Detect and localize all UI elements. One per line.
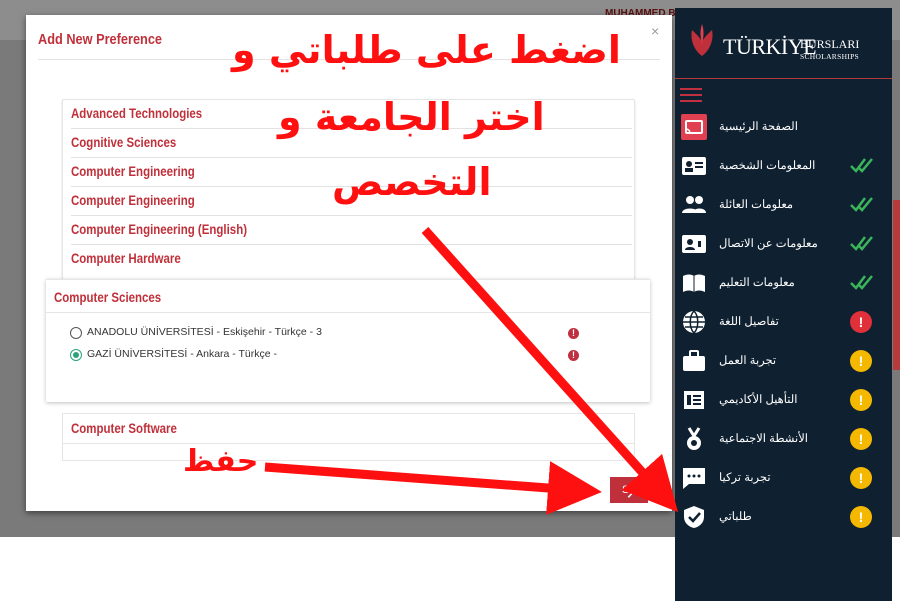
university-label[interactable]: ANADOLU ÜNİVERSİTESİ - Eskişehir - Türkç… — [87, 326, 322, 338]
briefcase-icon — [681, 348, 707, 374]
chat-icon — [681, 465, 707, 491]
add-preference-modal: Add New Preference × Advanced Technologi… — [26, 15, 672, 511]
sidebar-item[interactable]: الأنشطة الاجتماعية! — [675, 420, 892, 459]
department-list-next: Computer Software — [62, 413, 635, 461]
sidebar-item-label: معلومات التعليم — [719, 277, 795, 289]
tulip-logo-icon — [691, 24, 713, 56]
sidebar: TÜRKİYE BURSLARI SCHOLARSHIPS الصفحة الر… — [675, 8, 892, 601]
mouse-cursor-icon: ➚ — [626, 485, 638, 501]
annotation-line-3: التخصص — [332, 160, 492, 204]
sidebar-item-label: تفاصيل اللغة — [719, 316, 779, 328]
warning-status-icon: ! — [850, 350, 874, 372]
book-icon — [681, 270, 707, 296]
sidebar-item-label: تجربة تركيا — [719, 472, 771, 484]
warning-status-icon: ! — [850, 428, 874, 450]
sidebar-item[interactable]: تجربة العمل! — [675, 342, 892, 381]
radio-button[interactable] — [70, 327, 82, 339]
double-check-icon — [850, 194, 874, 216]
family-icon — [681, 192, 707, 218]
sidebar-item-label: الصفحة الرئيسية — [719, 121, 798, 133]
logo[interactable]: TÜRKİYE BURSLARI SCHOLARSHIPS — [675, 8, 892, 79]
hamburger-menu-icon[interactable] — [680, 88, 702, 104]
certificate-icon — [681, 387, 707, 413]
globe-icon — [681, 309, 707, 335]
sidebar-item-label: الأنشطة الاجتماعية — [719, 433, 808, 445]
radio-button-checked[interactable] — [70, 349, 82, 361]
annotation-line-1: اضغط على طلباتي و — [232, 28, 621, 72]
sidebar-item[interactable]: الصفحة الرئيسية — [675, 108, 892, 147]
alert-icon: ! — [568, 350, 579, 361]
sidebar-item-label: المعلومات الشخصية — [719, 160, 816, 172]
sidebar-item-label: تجربة العمل — [719, 355, 777, 367]
sidebar-item[interactable]: المعلومات الشخصية — [675, 147, 892, 186]
double-check-icon — [850, 155, 874, 177]
warning-status-icon: ! — [850, 389, 874, 411]
sidebar-item-label: التأهيل الأكاديمي — [719, 394, 798, 406]
modal-title: Add New Preference — [38, 31, 163, 48]
annotation-line-2: اختر الجامعة و — [278, 95, 545, 139]
sidebar-item-label: طلباتي — [719, 511, 752, 523]
sidebar-item[interactable]: طلباتي! — [675, 498, 892, 537]
university-label[interactable]: GAZİ ÜNİVERSİTESİ - Ankara - Türkçe - — [87, 348, 277, 360]
department-item[interactable]: Computer Software — [71, 420, 177, 436]
sidebar-item[interactable]: تجربة تركيا! — [675, 459, 892, 498]
close-icon[interactable]: × — [651, 23, 659, 39]
annotation-save-hint: حفظ — [183, 444, 259, 479]
medal-icon — [681, 426, 707, 452]
sidebar-item[interactable]: معلومات العائلة — [675, 186, 892, 225]
sidebar-item[interactable]: معلومات التعليم — [675, 264, 892, 303]
contact-card-icon — [681, 231, 707, 257]
selected-department-panel: Computer Sciences ANADOLU ÜNİVERSİTESİ -… — [46, 279, 650, 402]
double-check-icon — [850, 233, 874, 255]
sidebar-item[interactable]: معلومات عن الاتصال — [675, 225, 892, 264]
page-accent-bar — [893, 200, 900, 370]
error-status-icon: ! — [850, 311, 874, 333]
shield-check-icon — [681, 504, 707, 530]
sidebar-item-label: معلومات عن الاتصال — [719, 238, 818, 250]
alert-icon: ! — [568, 328, 579, 339]
department-item[interactable]: Computer Engineering (English) — [71, 216, 632, 245]
id-card-icon — [681, 153, 707, 179]
cast-icon — [681, 114, 707, 140]
warning-status-icon: ! — [850, 467, 874, 489]
sidebar-item[interactable]: تفاصيل اللغة! — [675, 303, 892, 342]
selected-department-title[interactable]: Computer Sciences — [54, 289, 161, 305]
warning-status-icon: ! — [850, 506, 874, 528]
department-item[interactable]: Computer Hardware — [71, 245, 632, 273]
sidebar-item[interactable]: التأهيل الأكاديمي! — [675, 381, 892, 420]
panel-divider — [46, 312, 650, 313]
double-check-icon — [850, 272, 874, 294]
sidebar-item-label: معلومات العائلة — [719, 199, 794, 211]
